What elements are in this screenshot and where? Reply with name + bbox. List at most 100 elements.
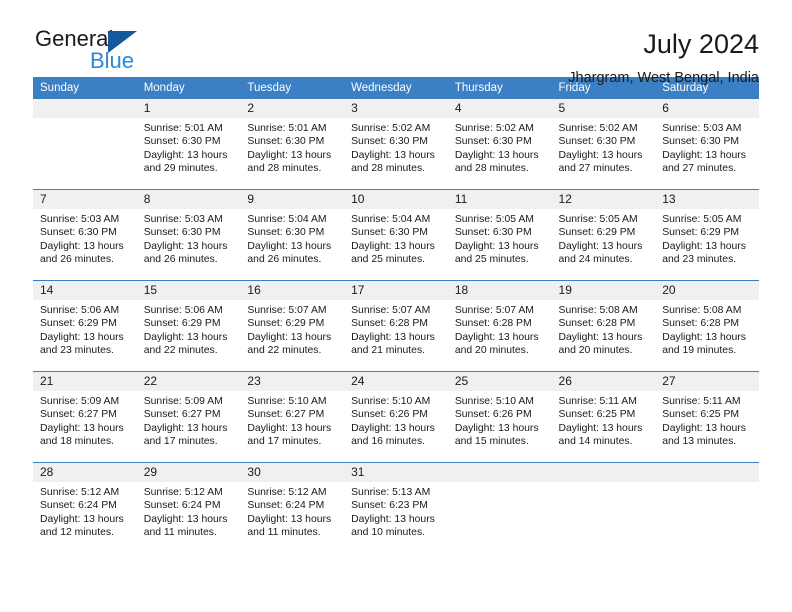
daylight-text-line1: Daylight: 13 hours — [40, 331, 124, 343]
brand-name-bottom: Blue — [90, 48, 135, 73]
sunset-text: Sunset: 6:26 PM — [454, 409, 532, 421]
day-details: Sunrise: 5:08 AM Sunset: 6:28 PM Daylight:… — [655, 300, 759, 358]
calendar-day-cell[interactable]: 10 Sunrise: 5:04 AM Sunset: 6:30 PM Dayligh… — [344, 189, 448, 281]
sunset-text: Sunset: 6:29 PM — [40, 318, 117, 330]
calendar-day-cell[interactable]: 13 Sunrise: 5:05 AM Sunset: 6:29 PM Dayligh… — [655, 189, 759, 281]
daylight-text-line2: and 28 minutes. — [247, 163, 322, 175]
calendar-day-cell[interactable]: 17 Sunrise: 5:07 AM Sunset: 6:28 PM Dayligh… — [344, 280, 448, 372]
calendar-day-cell[interactable]: 24 Sunrise: 5:10 AM Sunset: 6:26 PM Dayligh… — [344, 371, 448, 463]
day-number: 30 — [240, 463, 345, 482]
day-number: 23 — [240, 372, 345, 391]
daylight-text-line2: and 20 minutes. — [454, 345, 529, 357]
calendar-week-row: 14 Sunrise: 5:06 AM Sunset: 6:29 PM Dayligh… — [33, 280, 759, 372]
daylight-text-line1: Daylight: 13 hours — [40, 422, 124, 434]
sunset-text: Sunset: 6:30 PM — [454, 136, 532, 148]
day-details: Sunrise: 5:02 AM Sunset: 6:30 PM Daylight:… — [344, 118, 448, 176]
sunrise-text: Sunrise: 5:04 AM — [351, 214, 431, 225]
sunrise-text: Sunrise: 5:09 AM — [143, 396, 223, 407]
day-number: 12 — [551, 190, 656, 209]
day-number: 26 — [551, 372, 656, 391]
daylight-text-line2: and 12 minutes. — [40, 527, 114, 539]
sunrise-text: Sunrise: 5:07 AM — [351, 305, 431, 316]
page-title: July 2024 — [643, 29, 759, 59]
calendar-day-cell[interactable]: 25 Sunrise: 5:10 AM Sunset: 6:26 PM Dayligh… — [447, 371, 552, 463]
day-number: 11 — [447, 190, 552, 209]
daylight-text-line2: and 27 minutes. — [662, 163, 737, 175]
sunset-text: Sunset: 6:25 PM — [558, 409, 636, 421]
calendar-day-cell[interactable]: 6 Sunrise: 5:03 AM Sunset: 6:30 PM Daylight… — [655, 99, 759, 190]
day-number: 7 — [33, 190, 137, 209]
sunset-text: Sunset: 6:25 PM — [662, 409, 740, 421]
daylight-text-line1: Daylight: 13 hours — [351, 240, 435, 252]
calendar-day-cell[interactable]: 9 Sunrise: 5:04 AM Sunset: 6:30 PM Daylight… — [240, 189, 345, 281]
daylight-text-line1: Daylight: 13 hours — [662, 149, 746, 161]
day-number: 6 — [655, 99, 759, 118]
sunset-text: Sunset: 6:30 PM — [247, 227, 325, 239]
day-number: 14 — [33, 281, 137, 300]
day-details: Sunrise: 5:04 AM Sunset: 6:30 PM Daylight:… — [240, 209, 344, 267]
calendar-day-cell[interactable]: 28 Sunrise: 5:12 AM Sunset: 6:24 PM Dayligh… — [33, 462, 137, 553]
sunset-text: Sunset: 6:24 PM — [247, 500, 325, 512]
daylight-text-line1: Daylight: 13 hours — [247, 422, 332, 434]
brand-logo[interactable]: General Blue — [33, 26, 213, 78]
sunrise-text: Sunrise: 5:02 AM — [558, 123, 638, 134]
day-number: 21 — [33, 372, 137, 391]
calendar-day-cell[interactable]: 7 Sunrise: 5:03 AM Sunset: 6:30 PM Daylight… — [33, 189, 137, 281]
calendar-day-cell[interactable]: 19 Sunrise: 5:08 AM Sunset: 6:28 PM Dayligh… — [551, 280, 656, 372]
day-details: Sunrise: 5:03 AM Sunset: 6:30 PM Daylight:… — [655, 118, 759, 176]
sunrise-text: Sunrise: 5:07 AM — [454, 305, 534, 316]
calendar-day-cell[interactable]: 29 Sunrise: 5:12 AM Sunset: 6:24 PM Dayligh… — [136, 462, 241, 553]
day-details: Sunrise: 5:07 AM Sunset: 6:28 PM Daylight:… — [448, 300, 552, 358]
daylight-text-line1: Daylight: 13 hours — [143, 331, 228, 343]
sunset-text: Sunset: 6:30 PM — [662, 136, 740, 148]
calendar-day-cell[interactable]: 15 Sunrise: 5:06 AM Sunset: 6:29 PM Dayligh… — [136, 280, 241, 372]
calendar-day-cell[interactable]: 1 Sunrise: 5:01 AM Sunset: 6:30 PM Daylight… — [136, 99, 241, 190]
sunset-text: Sunset: 6:28 PM — [454, 318, 532, 330]
calendar-day-cell[interactable]: 18 Sunrise: 5:07 AM Sunset: 6:28 PM Dayligh… — [447, 280, 552, 372]
daylight-text-line2: and 18 minutes. — [40, 436, 114, 448]
daylight-text-line2: and 25 minutes. — [351, 254, 426, 266]
calendar-day-cell[interactable]: 16 Sunrise: 5:07 AM Sunset: 6:29 PM Dayligh… — [240, 280, 345, 372]
calendar-day-cell[interactable]: 5 Sunrise: 5:02 AM Sunset: 6:30 PM Daylight… — [551, 99, 656, 190]
calendar-week-row: 21 Sunrise: 5:09 AM Sunset: 6:27 PM Dayligh… — [33, 371, 759, 463]
calendar-day-cell[interactable]: 11 Sunrise: 5:05 AM Sunset: 6:30 PM Dayligh… — [447, 189, 552, 281]
sunrise-text: Sunrise: 5:03 AM — [143, 214, 223, 225]
calendar-day-cell[interactable]: 8 Sunrise: 5:03 AM Sunset: 6:30 PM Daylight… — [136, 189, 241, 281]
daylight-text-line1: Daylight: 13 hours — [247, 513, 332, 525]
daylight-text-line1: Daylight: 13 hours — [454, 331, 539, 343]
calendar-day-cell[interactable]: 30 Sunrise: 5:12 AM Sunset: 6:24 PM Dayligh… — [240, 462, 345, 553]
sunrise-text: Sunrise: 5:12 AM — [247, 487, 327, 498]
calendar-day-cell[interactable]: 2 Sunrise: 5:01 AM Sunset: 6:30 PM Daylight… — [240, 99, 345, 190]
daylight-text-line1: Daylight: 13 hours — [662, 422, 746, 434]
calendar-day-cell[interactable]: 14 Sunrise: 5:06 AM Sunset: 6:29 PM Dayligh… — [33, 280, 137, 372]
daylight-text-line2: and 11 minutes. — [143, 527, 217, 539]
sunset-text: Sunset: 6:23 PM — [351, 500, 428, 512]
sunset-text: Sunset: 6:27 PM — [40, 409, 117, 421]
calendar-day-cell[interactable]: 22 Sunrise: 5:09 AM Sunset: 6:27 PM Dayligh… — [136, 371, 241, 463]
calendar-day-cell[interactable]: 27 Sunrise: 5:11 AM Sunset: 6:25 PM Dayligh… — [655, 371, 759, 463]
day-details: Sunrise: 5:10 AM Sunset: 6:26 PM Daylight:… — [448, 391, 552, 449]
daylight-text-line2: and 29 minutes. — [143, 163, 218, 175]
day-number: 19 — [551, 281, 656, 300]
daylight-text-line1: Daylight: 13 hours — [40, 240, 124, 252]
sunset-text: Sunset: 6:30 PM — [454, 227, 532, 239]
day-details: Sunrise: 5:06 AM Sunset: 6:29 PM Daylight:… — [33, 300, 137, 358]
day-number — [33, 99, 137, 118]
calendar-day-cell[interactable]: 21 Sunrise: 5:09 AM Sunset: 6:27 PM Dayligh… — [33, 371, 137, 463]
calendar-day-cell[interactable]: 20 Sunrise: 5:08 AM Sunset: 6:28 PM Dayligh… — [655, 280, 759, 372]
calendar-day-cell[interactable]: 3 Sunrise: 5:02 AM Sunset: 6:30 PM Daylight… — [344, 99, 448, 190]
day-details: Sunrise: 5:11 AM Sunset: 6:25 PM Daylight:… — [552, 391, 656, 449]
sunrise-text: Sunrise: 5:06 AM — [143, 305, 223, 316]
calendar-day-cell-empty — [655, 462, 759, 553]
calendar-day-cell[interactable]: 26 Sunrise: 5:11 AM Sunset: 6:25 PM Dayligh… — [551, 371, 656, 463]
sunset-text: Sunset: 6:30 PM — [143, 136, 221, 148]
sunrise-text: Sunrise: 5:09 AM — [40, 396, 120, 407]
calendar-day-cell[interactable]: 4 Sunrise: 5:02 AM Sunset: 6:30 PM Daylight… — [447, 99, 552, 190]
sunrise-text: Sunrise: 5:07 AM — [247, 305, 327, 316]
daylight-text-line1: Daylight: 13 hours — [143, 513, 228, 525]
day-number: 18 — [447, 281, 552, 300]
calendar-day-cell[interactable]: 31 Sunrise: 5:13 AM Sunset: 6:23 PM Dayligh… — [344, 462, 448, 553]
calendar-day-cell[interactable]: 23 Sunrise: 5:10 AM Sunset: 6:27 PM Dayligh… — [240, 371, 345, 463]
day-number: 28 — [33, 463, 137, 482]
calendar-day-cell[interactable]: 12 Sunrise: 5:05 AM Sunset: 6:29 PM Dayligh… — [551, 189, 656, 281]
